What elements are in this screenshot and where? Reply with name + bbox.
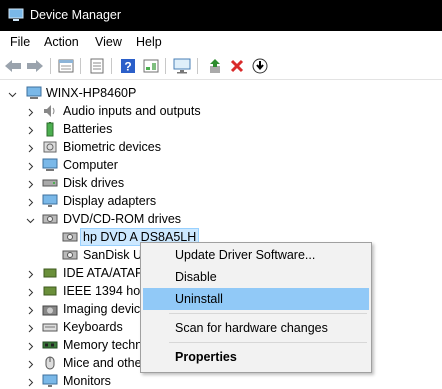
menu-help[interactable]: Help bbox=[135, 35, 163, 49]
chevron-right-icon[interactable] bbox=[26, 160, 35, 171]
update-driver-icon[interactable] bbox=[205, 56, 225, 76]
tree-item-batteries[interactable]: Batteries bbox=[0, 120, 220, 138]
chevron-right-icon[interactable] bbox=[26, 196, 35, 207]
chevron-right-icon[interactable] bbox=[26, 268, 35, 279]
memory-icon bbox=[42, 337, 58, 353]
tree-item-ieee1394[interactable]: IEEE 1394 host bbox=[0, 282, 150, 300]
tree-item-mice[interactable]: Mice and othe bbox=[0, 354, 142, 372]
keyboard-icon bbox=[42, 319, 58, 335]
tree-item-keyboards[interactable]: Keyboards bbox=[0, 318, 140, 336]
camera-icon bbox=[42, 301, 58, 317]
tree-item-sandisk[interactable]: SanDisk U3 bbox=[0, 246, 150, 264]
device-manager-icon bbox=[8, 8, 24, 22]
dvd-drive-icon bbox=[62, 247, 78, 263]
properties-icon[interactable] bbox=[87, 56, 107, 76]
help-icon[interactable]: ? bbox=[118, 56, 138, 76]
uninstall-menu-item[interactable]: Uninstall bbox=[143, 288, 369, 310]
controller-icon bbox=[42, 265, 58, 281]
display-adapter-icon bbox=[42, 193, 58, 209]
disk-drive-icon bbox=[42, 175, 58, 191]
battery-icon bbox=[42, 121, 58, 137]
computer-icon bbox=[26, 85, 42, 101]
fingerprint-icon bbox=[42, 139, 58, 155]
uninstall-x-icon[interactable] bbox=[227, 56, 247, 76]
tree-item-dvd-drives[interactable]: DVD/CD-ROM drives bbox=[0, 210, 220, 228]
back-arrow-icon[interactable] bbox=[3, 56, 23, 76]
tree-root[interactable]: WINX-HP8460P bbox=[0, 84, 200, 102]
mouse-icon bbox=[42, 355, 58, 371]
svg-text:?: ? bbox=[124, 60, 131, 74]
chevron-right-icon[interactable] bbox=[26, 178, 35, 189]
chevron-right-icon[interactable] bbox=[26, 376, 35, 387]
tree-item-disk-drives[interactable]: Disk drives bbox=[0, 174, 220, 192]
tree-root-label: WINX-HP8460P bbox=[46, 86, 137, 100]
title-bar: Device Manager bbox=[0, 0, 442, 31]
tree-item-monitors[interactable]: Monitors bbox=[0, 372, 140, 389]
forward-arrow-icon[interactable] bbox=[25, 56, 45, 76]
computer-icon bbox=[42, 157, 58, 173]
dvd-drive-icon bbox=[42, 211, 58, 227]
menu-bar: File Action View Help bbox=[0, 31, 442, 53]
chevron-right-icon[interactable] bbox=[26, 340, 35, 351]
disable-menu-item[interactable]: Disable bbox=[143, 266, 369, 288]
menu-action[interactable]: Action bbox=[43, 35, 80, 49]
update-driver-menu-item[interactable]: Update Driver Software... bbox=[143, 244, 369, 266]
tree-item-computer[interactable]: Computer bbox=[0, 156, 220, 174]
tree-item-biometric[interactable]: Biometric devices bbox=[0, 138, 220, 156]
tree-item-ide[interactable]: IDE ATA/ATAP bbox=[0, 264, 143, 282]
chevron-right-icon[interactable] bbox=[26, 286, 35, 297]
context-menu: Update Driver Software... Disable Uninst… bbox=[140, 242, 372, 373]
toolbar: ? bbox=[0, 53, 442, 80]
dvd-drive-icon bbox=[62, 229, 78, 245]
speaker-icon bbox=[42, 103, 58, 119]
view-icon[interactable] bbox=[141, 56, 161, 76]
chevron-right-icon[interactable] bbox=[26, 142, 35, 153]
monitor-icon bbox=[42, 373, 58, 389]
chevron-right-icon[interactable] bbox=[26, 106, 35, 117]
controller-icon bbox=[42, 283, 58, 299]
chevron-right-icon[interactable] bbox=[26, 124, 35, 135]
properties-menu-item[interactable]: Properties bbox=[143, 346, 369, 368]
chevron-right-icon[interactable] bbox=[26, 322, 35, 333]
menu-file[interactable]: File bbox=[9, 35, 31, 49]
scan-hardware-menu-item[interactable]: Scan for hardware changes bbox=[143, 317, 369, 339]
menu-separator bbox=[169, 313, 367, 314]
tree-item-audio[interactable]: Audio inputs and outputs bbox=[0, 102, 220, 120]
window-title: Device Manager bbox=[30, 8, 122, 22]
monitor-icon[interactable] bbox=[172, 56, 192, 76]
tree-item-display-adapters[interactable]: Display adapters bbox=[0, 192, 220, 210]
menu-separator bbox=[169, 342, 367, 343]
download-icon[interactable] bbox=[250, 56, 270, 76]
chevron-right-icon[interactable] bbox=[26, 304, 35, 315]
chevron-down-icon[interactable] bbox=[8, 88, 17, 98]
menu-view[interactable]: View bbox=[94, 35, 123, 49]
chevron-right-icon[interactable] bbox=[26, 358, 35, 369]
tree-item-imaging[interactable]: Imaging device bbox=[0, 300, 147, 318]
chevron-down-icon[interactable] bbox=[26, 214, 35, 224]
show-hide-icon[interactable] bbox=[56, 56, 76, 76]
tree-item-memory[interactable]: Memory techn bbox=[0, 336, 142, 354]
